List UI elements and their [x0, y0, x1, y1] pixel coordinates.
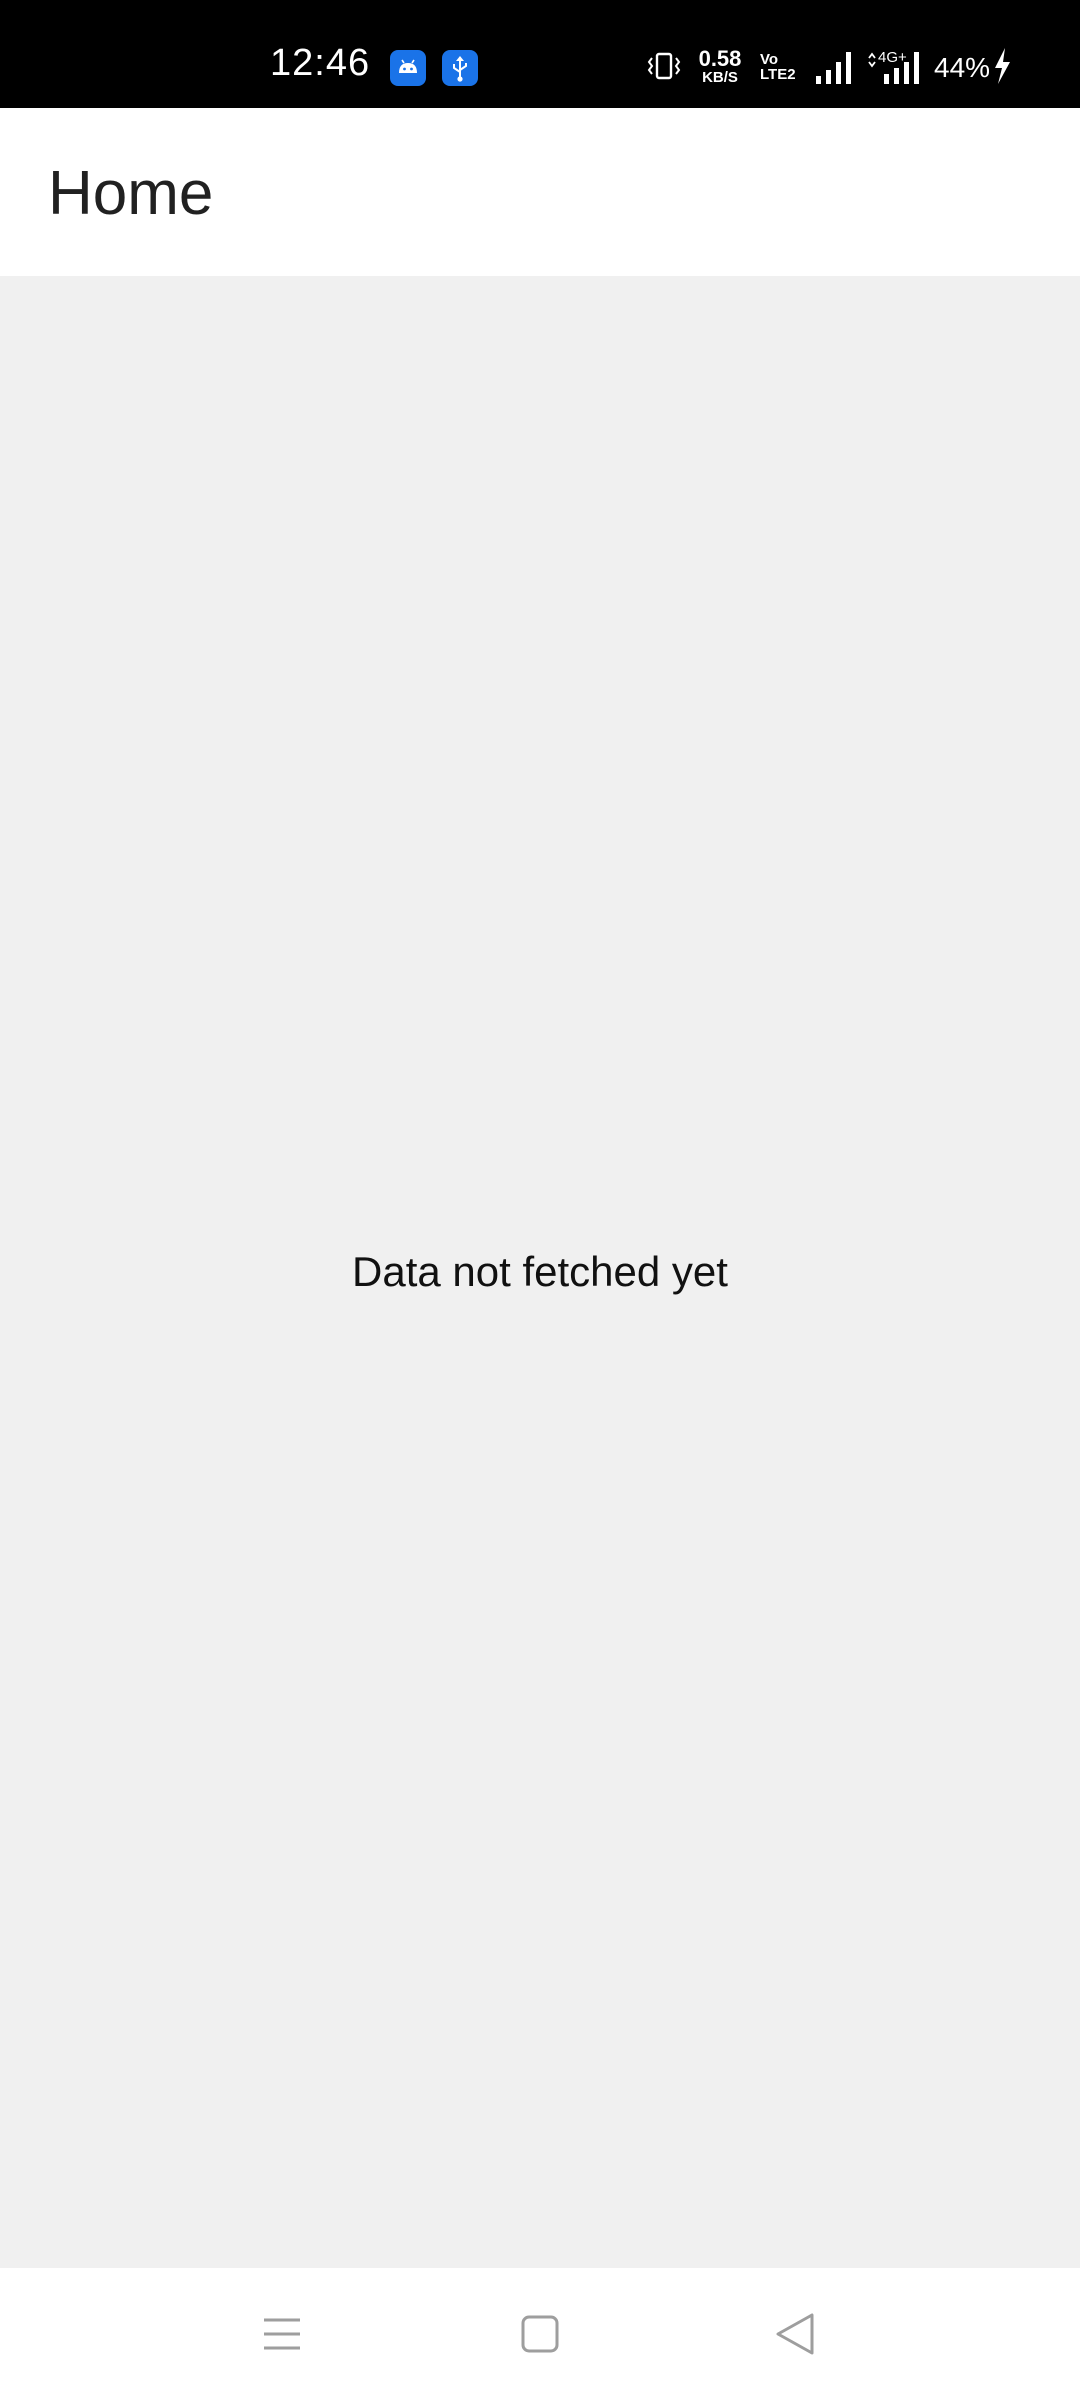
empty-state-message: Data not fetched yet — [352, 1248, 728, 1295]
vibrate-icon — [647, 52, 681, 80]
signal-4g-icon: 4G+ — [868, 49, 919, 84]
navigation-bar — [0, 2268, 1080, 2400]
app-bar: Home — [0, 108, 1080, 276]
net-speed-value: 0.58 — [698, 46, 742, 71]
home-icon[interactable] — [502, 2296, 578, 2372]
signal-icon — [816, 52, 851, 84]
back-icon[interactable] — [758, 2296, 834, 2372]
net-speed: 0.58 KB/S — [694, 46, 746, 86]
network-type: 4G+ — [878, 49, 907, 66]
android-icon — [390, 50, 426, 86]
main-content: Data not fetched yet — [0, 276, 1080, 2268]
volte-bottom: LTE2 — [760, 66, 796, 83]
net-speed-unit: KB/S — [702, 69, 738, 86]
volte-indicator: Vo LTE2 — [760, 52, 796, 82]
menu-icon[interactable] — [244, 2296, 320, 2372]
battery-percent: 44% — [934, 52, 991, 83]
usb-icon — [442, 50, 478, 86]
charging-icon — [995, 48, 1010, 84]
page-title: Home — [48, 159, 214, 228]
status-time: 12:46 — [270, 42, 371, 84]
status-bar: 12:46 0.58 KB/S Vo LTE2 4G+ 44% — [0, 0, 1080, 108]
volte-top: Vo — [760, 51, 779, 68]
